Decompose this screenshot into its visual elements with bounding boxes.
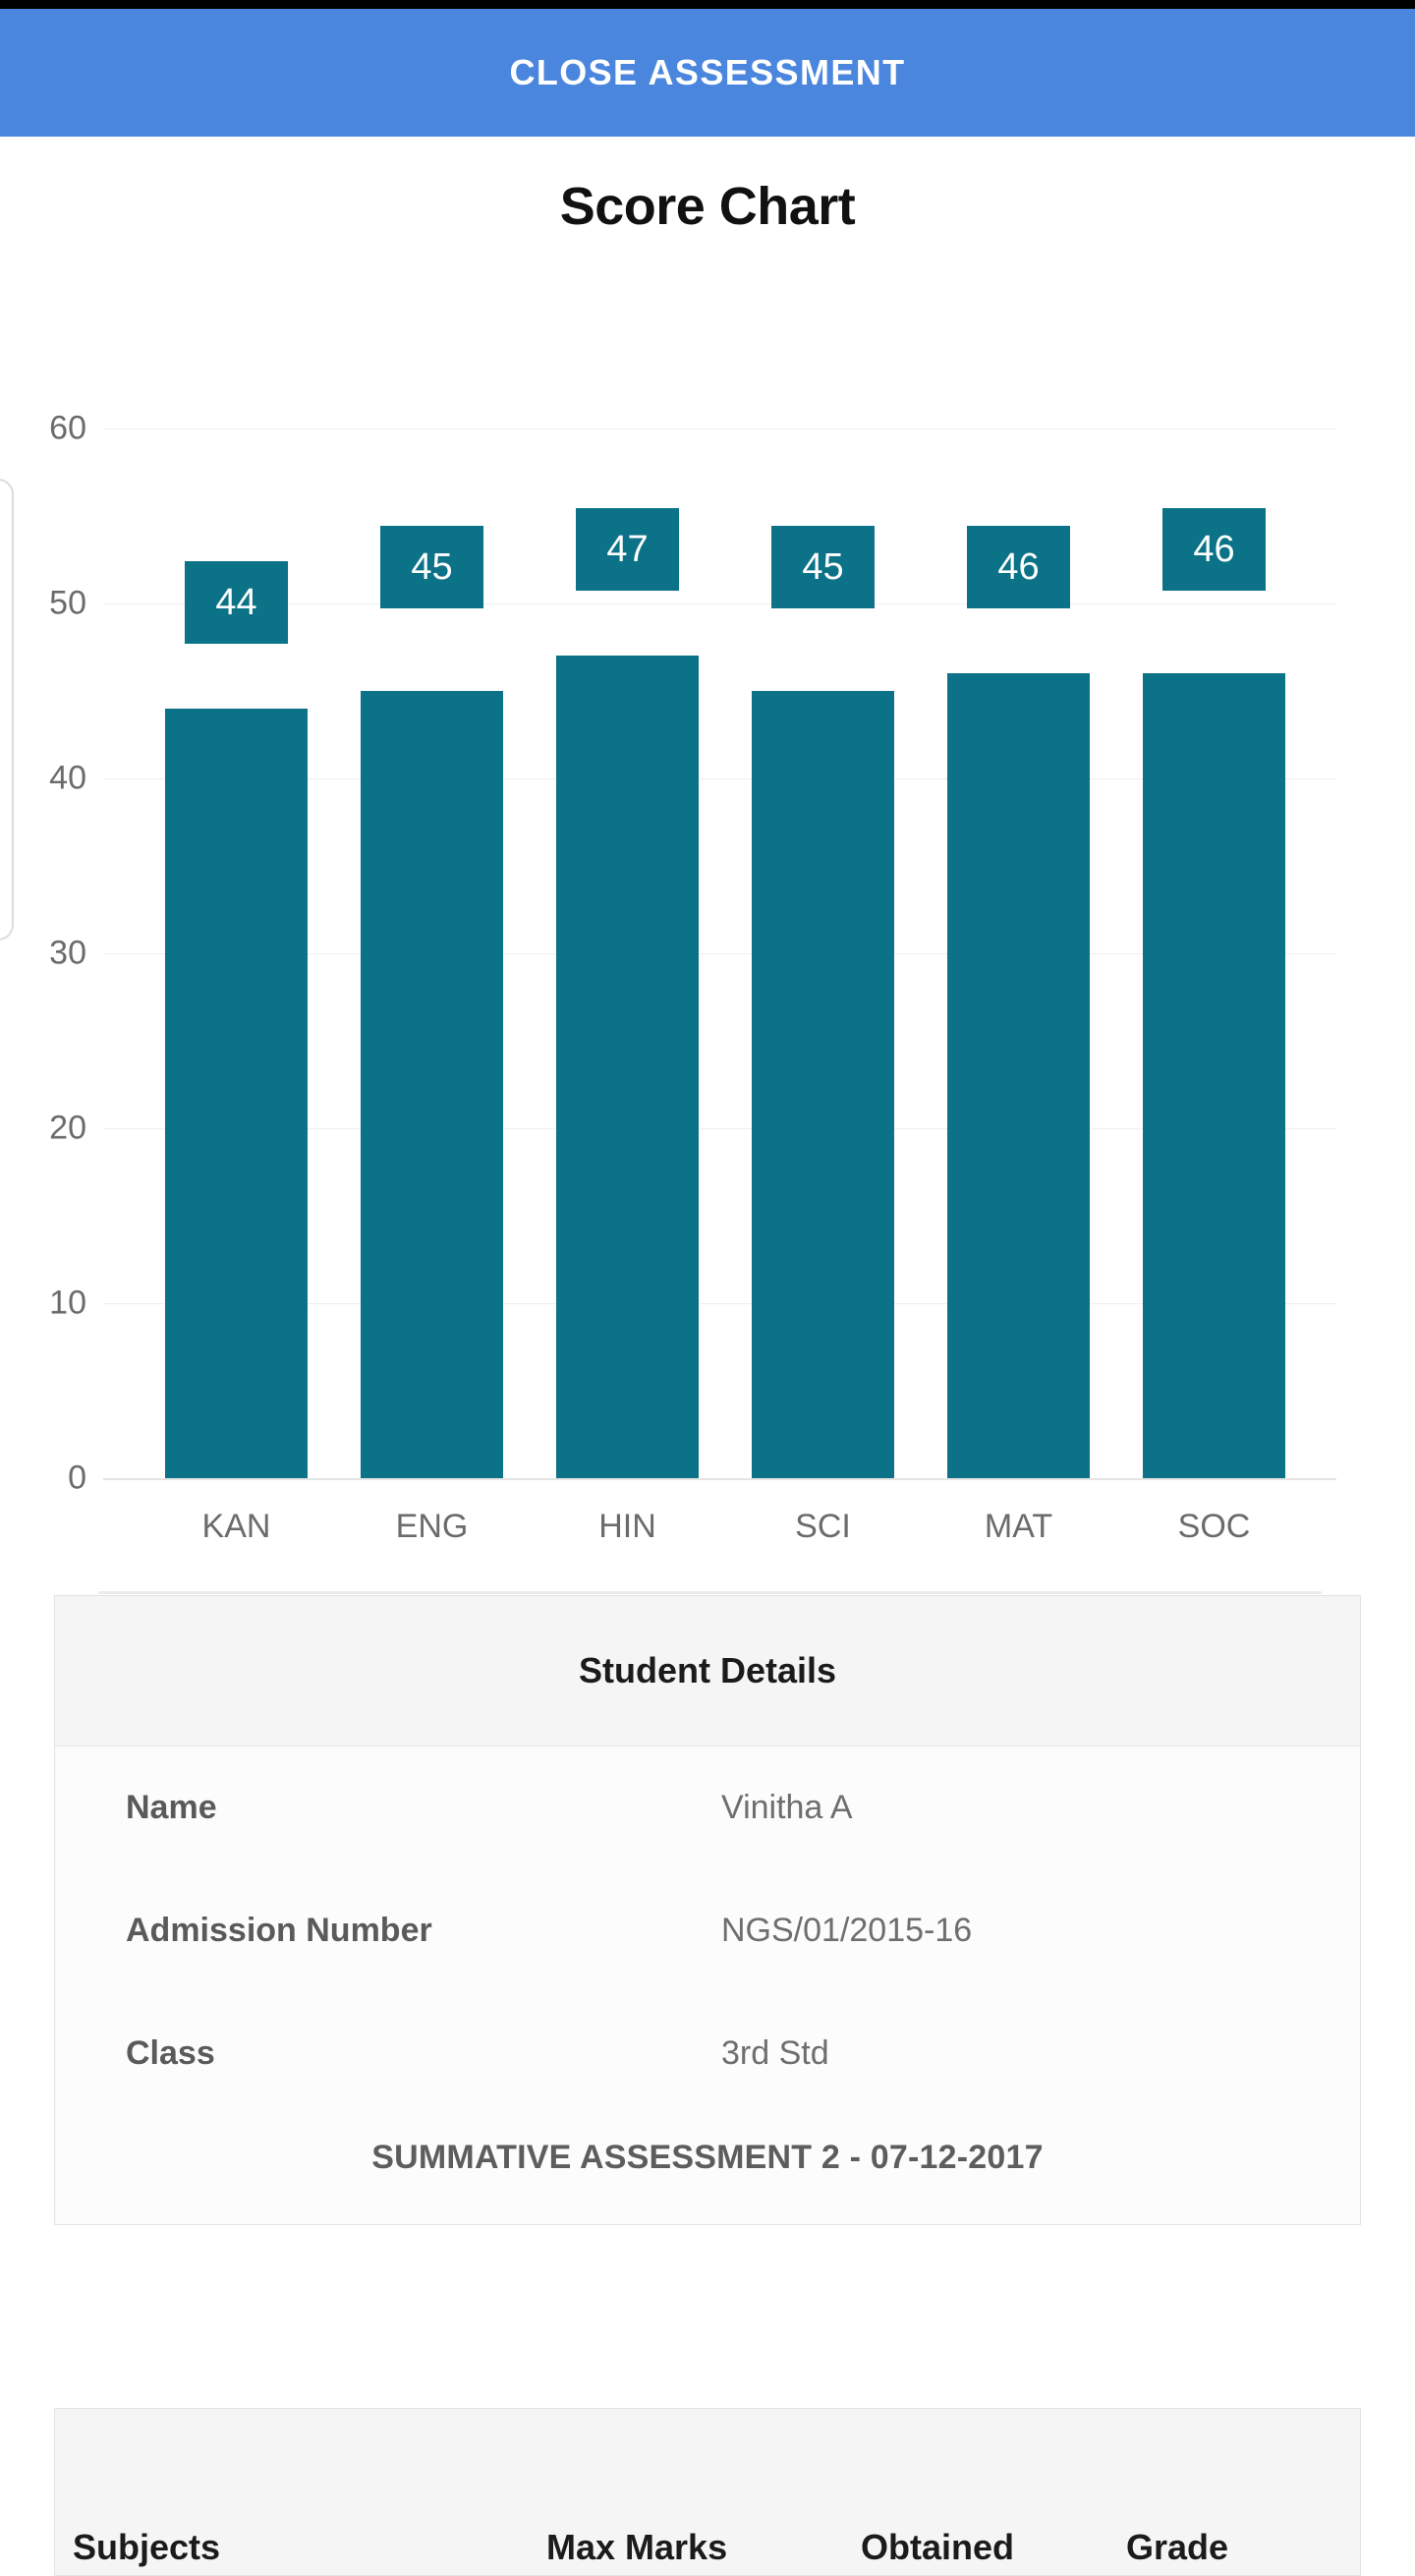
close-assessment-button[interactable]: CLOSE ASSESSMENT [509, 52, 905, 93]
x-axis-tick-label: HIN [598, 1508, 656, 1545]
y-axis-tick-label: 50 [49, 584, 86, 622]
chart-bar-value-label: 45 [771, 526, 875, 608]
column-header-max-marks: Max Marks [546, 2527, 728, 2567]
x-axis-tick-label: MAT [984, 1508, 1053, 1545]
page-content: Score Chart 60 50 40 30 20 10 0 44 KAN 45 ENG 47 HIN… [0, 137, 1415, 2576]
y-axis-tick-label: 30 [49, 934, 86, 972]
y-axis-tick-label: 40 [49, 759, 86, 797]
y-axis-tick-label: 10 [49, 1284, 86, 1322]
chart-bar[interactable] [361, 691, 503, 1478]
status-bar [0, 0, 1415, 9]
app-bar: CLOSE ASSESSMENT [0, 9, 1415, 137]
chart-bar[interactable] [947, 673, 1090, 1478]
chart-bar-value-label: 47 [576, 508, 679, 592]
x-axis-rule [98, 1591, 1322, 1594]
marks-table-card: Subjects Max Marks Obtained Grade [54, 2408, 1361, 2576]
page-title: Score Chart [559, 177, 856, 236]
column-header-obtained: Obtained [861, 2527, 1015, 2567]
chart-bar[interactable] [165, 708, 308, 1478]
detail-label-admission-number: Admission Number [126, 1912, 432, 1949]
student-details-body: Name Vinitha A Admission Number NGS/01/2… [55, 1746, 1360, 2224]
student-details-card: Student Details Name Vinitha A Admission… [54, 1595, 1361, 2225]
detail-label-name: Name [126, 1789, 217, 1826]
chart-bar-value-label: 46 [1162, 508, 1266, 592]
detail-label-class: Class [126, 2034, 215, 2072]
y-axis-tick-label: 0 [68, 1459, 86, 1497]
column-header-grade: Grade [1126, 2527, 1229, 2567]
chart-bar[interactable] [556, 656, 699, 1478]
chart-bar-value-label: 45 [380, 526, 483, 608]
student-details-title: Student Details [578, 1650, 837, 1690]
detail-row-name: Name Vinitha A [55, 1746, 1360, 1869]
x-axis-tick-label: SOC [1177, 1508, 1251, 1545]
y-axis-tick-label: 20 [49, 1109, 86, 1147]
detail-row-admission-number: Admission Number NGS/01/2015-16 [55, 1869, 1360, 1992]
column-header-subjects: Subjects [73, 2527, 221, 2567]
detail-row-class: Class 3rd Std [55, 1992, 1360, 2115]
chart-bar[interactable] [752, 691, 894, 1478]
chart-gridline [103, 603, 1336, 604]
chart-baseline [103, 1478, 1336, 1480]
chart-bar[interactable] [1143, 673, 1285, 1478]
y-axis-tick-label: 60 [49, 409, 86, 447]
chart-bar-value-label: 46 [967, 526, 1070, 609]
detail-value-admission-number: NGS/01/2015-16 [721, 1912, 973, 1949]
x-axis-tick-label: SCI [795, 1508, 851, 1545]
x-axis-tick-label: ENG [395, 1508, 469, 1545]
student-details-header: Student Details [55, 1596, 1360, 1746]
detail-value-class: 3rd Std [721, 2034, 829, 2072]
score-bar-chart: 60 50 40 30 20 10 0 44 KAN 45 ENG 47 HIN 45 SCI 46 MAT 46… [0, 273, 1415, 1594]
detail-value-name: Vinitha A [721, 1789, 853, 1826]
assessment-title: SUMMATIVE ASSESSMENT 2 - 07-12-2017 [371, 2139, 1044, 2176]
chart-bar-value-label: 44 [185, 560, 288, 644]
marks-table-header-row: Subjects Max Marks Obtained Grade [55, 2527, 1360, 2568]
x-axis-tick-label: KAN [201, 1508, 271, 1545]
